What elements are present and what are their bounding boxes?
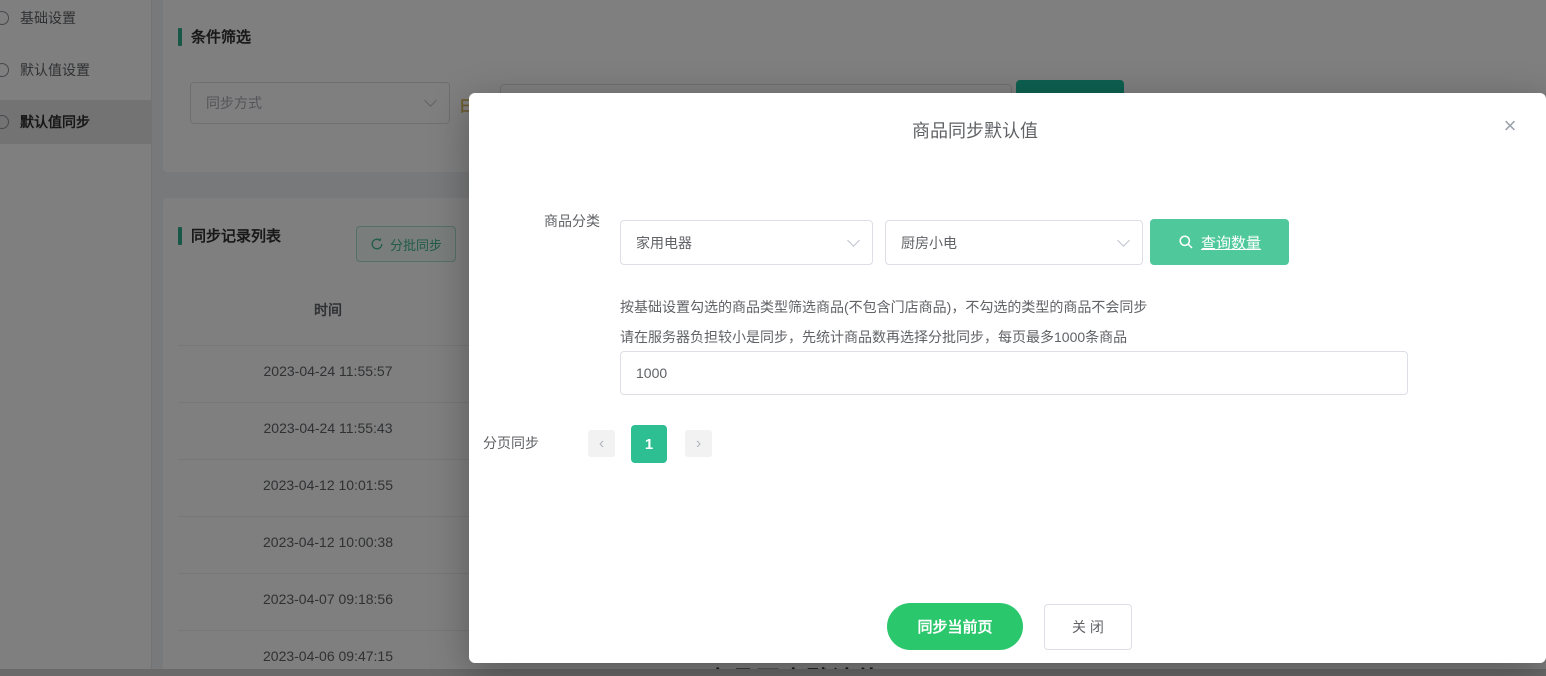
hint-line-2: 请在服务器负担较小是同步，先统计商品数再选择分批同步，每页最多1000条商品: [620, 329, 1128, 345]
hint-line-1: 按基础设置勾选的商品类型筛选商品(不包含门店商品)，不勾选的类型的商品不会同步: [620, 299, 1148, 315]
pager-prev-button[interactable]: ‹: [588, 430, 615, 457]
category-level2-value: 厨房小电: [901, 234, 957, 251]
pager-next-button[interactable]: ›: [685, 430, 712, 457]
query-count-label: 查询数量: [1200, 234, 1261, 252]
search-icon: [1179, 235, 1193, 249]
page-size-input[interactable]: [620, 351, 1408, 395]
sync-defaults-modal: 商品同步默认值 × 商品分类 家用电器 厨房小电 查询数量 按基础设置勾选的商品…: [469, 93, 1546, 663]
chevron-down-icon: [847, 233, 860, 247]
page-root: 基础设置 默认值设置 默认值同步 条件筛选 同步方式 日 同步记录列表 分: [0, 0, 1546, 676]
sync-current-page-button[interactable]: 同步当前页: [887, 603, 1023, 650]
category-level2-select[interactable]: 厨房小电: [885, 220, 1143, 265]
pager-page-1-button[interactable]: 1: [631, 425, 667, 463]
category-level1-select[interactable]: 家用电器: [620, 220, 873, 265]
close-icon[interactable]: ×: [1497, 113, 1523, 139]
pagination-label: 分页同步: [483, 435, 539, 451]
chevron-down-icon: [1117, 233, 1130, 247]
query-count-button[interactable]: 查询数量: [1150, 219, 1289, 265]
category-level1-value: 家用电器: [636, 234, 692, 251]
category-label: 商品分类: [544, 213, 600, 229]
modal-title: 商品同步默认值: [912, 121, 1038, 141]
close-button[interactable]: 关 闭: [1044, 604, 1132, 650]
